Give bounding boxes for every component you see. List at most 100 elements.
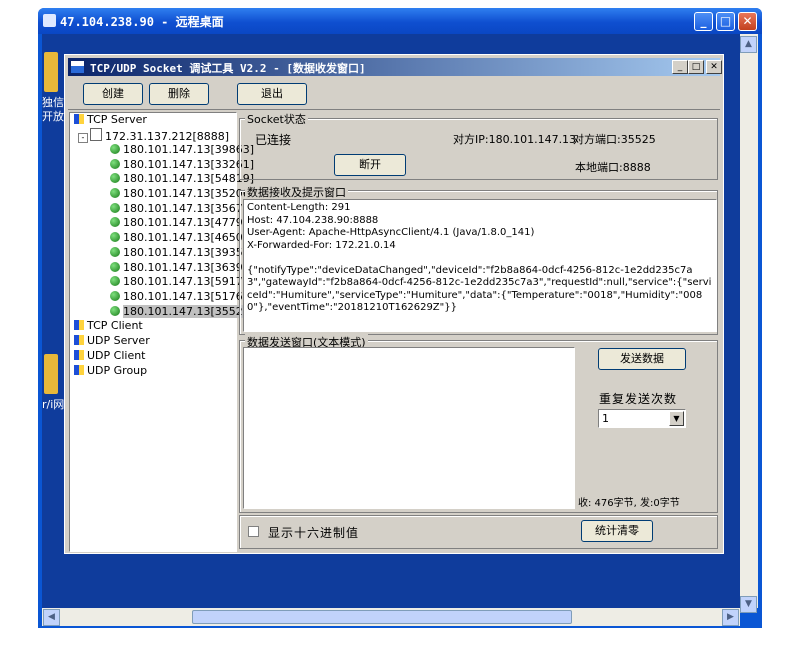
server-icon: [90, 128, 102, 141]
app-minimize-button[interactable]: _: [672, 60, 688, 74]
collapse-icon[interactable]: -: [78, 133, 88, 143]
tree-label: 180.101.147.13[59170]: [123, 275, 255, 289]
connection-icon: [110, 305, 120, 316]
horizontal-scroll-thumb[interactable]: [192, 610, 572, 624]
desktop-icon-label: 开放: [42, 110, 64, 123]
scroll-right-icon[interactable]: ▶: [722, 609, 739, 626]
tree-item-udp-server[interactable]: UDP Server: [74, 334, 150, 349]
clear-stats-button[interactable]: 统计清零: [581, 520, 653, 542]
divider: [68, 109, 720, 110]
connection-icon: [110, 188, 120, 199]
create-button[interactable]: 创建: [83, 83, 143, 105]
tree-item-server-node[interactable]: - 172.31.137.212[8888]: [78, 128, 229, 143]
folder-icon[interactable]: [44, 52, 58, 92]
socket-tool-window: TCP/UDP Socket 调试工具 V2.2 - [数据收发窗口] _ □ …: [64, 54, 724, 554]
tree-label: 180.101.147.13[39350]: [123, 245, 255, 259]
disconnect-button[interactable]: 断开: [334, 154, 406, 176]
connection-state: 已连接: [255, 133, 292, 147]
tree-label: TCP Server: [87, 113, 147, 126]
connection-icon: [110, 158, 120, 169]
tree-label: UDP Server: [87, 334, 150, 347]
tree-label: 172.31.137.212[8888]: [105, 130, 230, 143]
tree-label: UDP Client: [87, 349, 146, 362]
desktop-icon-label: r/i网: [42, 398, 65, 411]
hex-checkbox[interactable]: [248, 526, 259, 537]
connection-icon: [110, 202, 120, 213]
repeat-count-select[interactable]: 1 ▼: [598, 409, 686, 428]
tree-item-client[interactable]: 180.101.147.13[36393]: [110, 261, 254, 276]
tree-item-client[interactable]: 180.101.147.13[51765]: [110, 290, 254, 305]
folder-icon[interactable]: [44, 354, 58, 394]
hex-checkbox-label: 显示十六进制值: [268, 526, 360, 540]
connection-icon: [110, 217, 120, 228]
app-close-button[interactable]: ✕: [706, 60, 722, 74]
delete-button[interactable]: 删除: [149, 83, 209, 105]
tree-label: 180.101.147.13[47797]: [123, 216, 255, 230]
horizontal-scrollbar[interactable]: ◀ ▶: [42, 608, 740, 626]
tree-item-client-selected[interactable]: 180.101.147.13[35525]: [110, 304, 255, 320]
connection-icon: [110, 261, 120, 272]
tree-item-client[interactable]: 180.101.147.13[54819]: [110, 172, 254, 187]
connection-icon: [110, 173, 120, 184]
connection-icon: [110, 290, 120, 301]
connection-icon: [110, 144, 120, 154]
grid-icon: [74, 335, 84, 345]
window-title: 47.104.238.90 - 远程桌面: [60, 15, 224, 29]
tree-item-client[interactable]: 180.101.147.13[33261]: [110, 158, 254, 173]
connection-icon: [110, 246, 120, 257]
tree-label: 180.101.147.13[54819]: [123, 172, 255, 186]
grid-icon: [74, 365, 84, 375]
client-list: 180.101.147.13[39863] 180.101.147.13[332…: [110, 143, 255, 320]
connection-tree[interactable]: TCP Server - 172.31.137.212[8888] 180.101…: [69, 112, 255, 552]
send-data-button[interactable]: 发送数据: [598, 348, 686, 370]
scroll-up-icon[interactable]: ▲: [740, 36, 757, 53]
app-maximize-button[interactable]: □: [688, 60, 704, 74]
vertical-scrollbar[interactable]: ▲ ▼: [740, 34, 758, 613]
tree-label: 180.101.147.13[51765]: [123, 289, 255, 303]
tree-item-tcp-client[interactable]: TCP Client: [74, 319, 143, 334]
tree-item-client[interactable]: 180.101.147.13[35206]: [110, 187, 254, 202]
peer-port: 对方端口:35525: [573, 133, 656, 146]
repeat-count-label: 重复发送次数: [599, 392, 678, 406]
grid-icon: [74, 350, 84, 360]
connection-icon: [110, 232, 120, 243]
tree-item-client[interactable]: 180.101.147.13[39863]: [110, 143, 254, 158]
tree-label: UDP Group: [87, 364, 148, 377]
receive-group-label: 数据接收及提示窗口: [245, 184, 348, 200]
byte-counter: 收: 476字节, 发:0字节: [578, 498, 680, 509]
grid-icon: [74, 320, 84, 330]
tree-item-udp-client[interactable]: UDP Client: [74, 349, 146, 364]
close-button[interactable]: ✕: [738, 12, 757, 31]
tree-item-tcp-server[interactable]: TCP Server: [74, 113, 147, 128]
app-title-bar[interactable]: TCP/UDP Socket 调试工具 V2.2 - [数据收发窗口] _ □ …: [68, 58, 722, 76]
scroll-down-icon[interactable]: ▼: [740, 596, 757, 613]
send-text-area[interactable]: [243, 347, 575, 509]
tree-item-client[interactable]: 180.101.147.13[35679]: [110, 202, 254, 217]
socket-status-label: Socket状态: [245, 111, 308, 127]
tree-label: 180.101.147.13[33261]: [123, 157, 255, 171]
app-icon: [71, 61, 84, 73]
title-bar[interactable]: 47.104.238.90 - 远程桌面 _ □ ✕: [38, 8, 762, 34]
tree-item-client[interactable]: 180.101.147.13[46508]: [110, 231, 254, 246]
grid-icon: [74, 114, 84, 124]
tree-label: 180.101.147.13[35525]: [123, 304, 255, 318]
exit-button[interactable]: 退出: [237, 83, 307, 105]
dropdown-arrow-icon[interactable]: ▼: [669, 411, 684, 426]
peer-ip: 对方IP:180.101.147.13: [453, 133, 577, 146]
tree-item-client[interactable]: 180.101.147.13[59170]: [110, 275, 254, 290]
tree-label: 180.101.147.13[35679]: [123, 201, 255, 215]
maximize-button[interactable]: □: [716, 12, 735, 31]
tree-item-udp-group[interactable]: UDP Group: [74, 364, 147, 379]
tree-item-client[interactable]: 180.101.147.13[39350]: [110, 246, 254, 261]
tree-label: 180.101.147.13[46508]: [123, 231, 255, 245]
tree-item-client[interactable]: 180.101.147.13[47797]: [110, 216, 254, 231]
tree-label: TCP Client: [87, 319, 143, 332]
connection-icon: [110, 276, 120, 287]
tree-label: 180.101.147.13[39863]: [123, 143, 255, 156]
minimize-button[interactable]: _: [694, 12, 713, 31]
repeat-count-value: 1: [602, 412, 609, 425]
local-port: 本地端口:8888: [575, 161, 651, 174]
scroll-left-icon[interactable]: ◀: [43, 609, 60, 626]
tree-label: 180.101.147.13[36393]: [123, 260, 255, 274]
receive-text-area[interactable]: Content-Length: 291 Host: 47.104.238.90:…: [243, 199, 717, 332]
